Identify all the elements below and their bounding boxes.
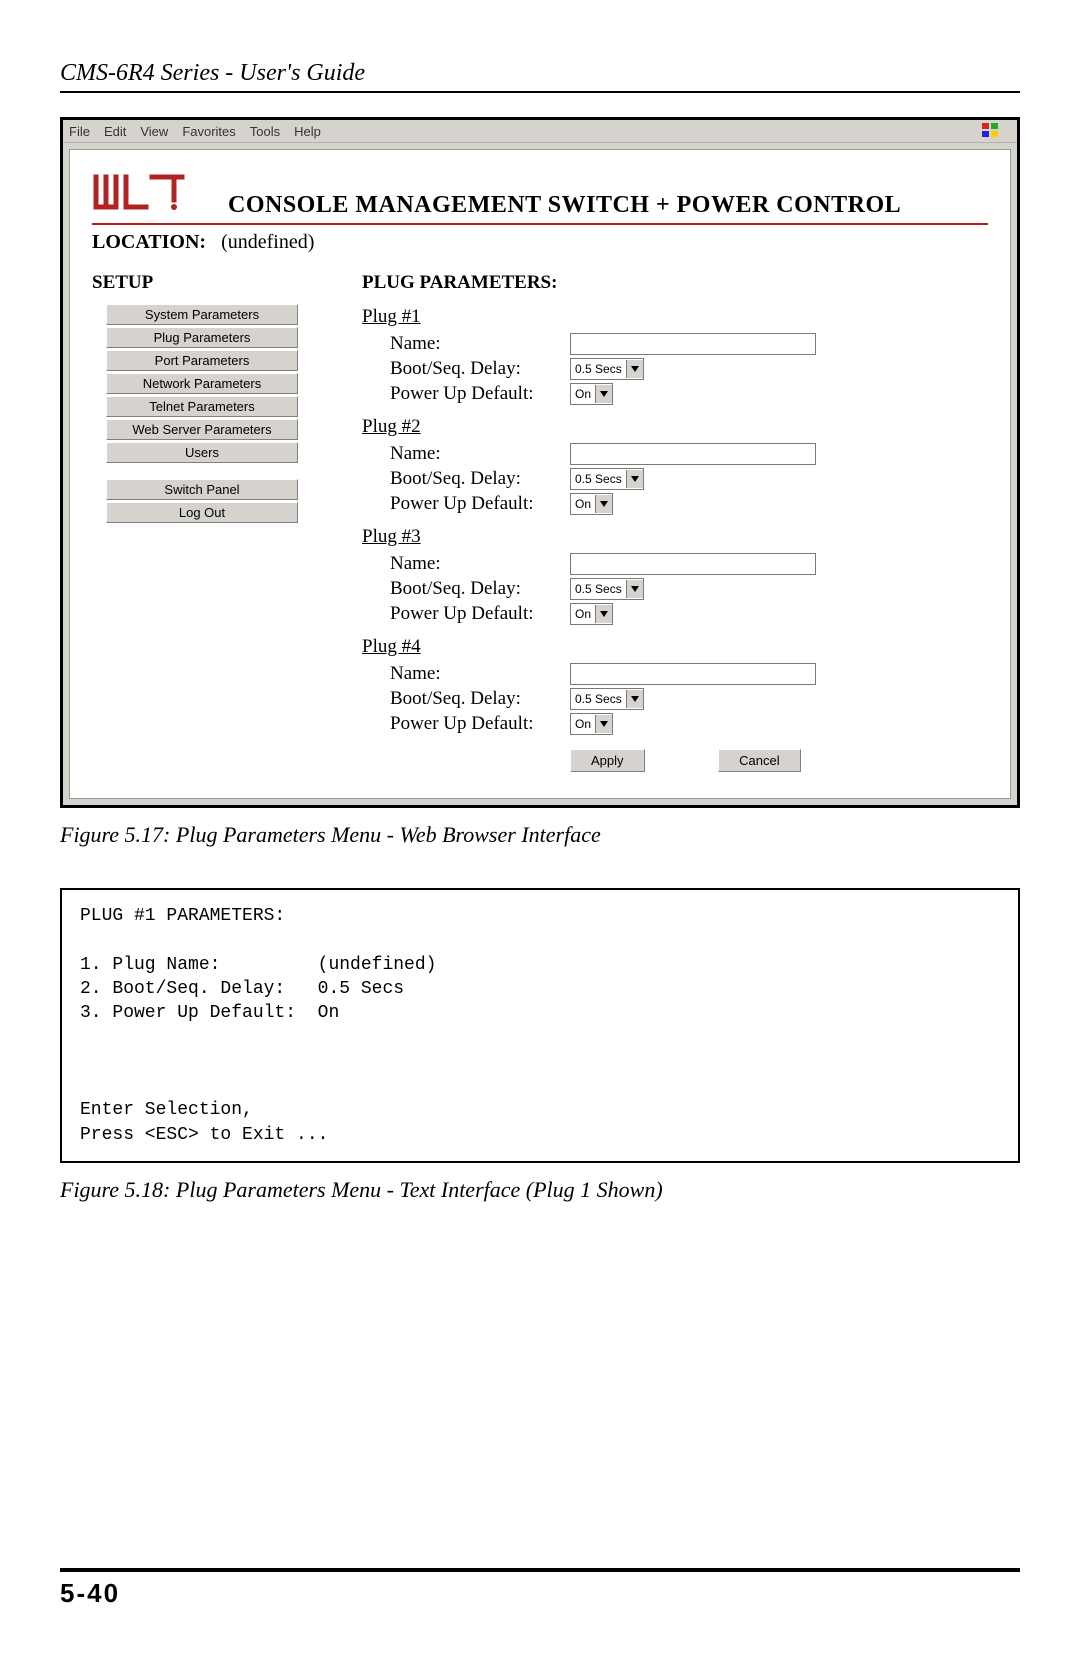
plug2-link[interactable]: Plug #2	[362, 416, 421, 438]
menu-tools[interactable]: Tools	[250, 124, 280, 139]
plug1-delay-select[interactable]: 0.5 Secs	[570, 358, 644, 380]
chevron-down-icon	[626, 470, 643, 488]
sidebar-item-port-parameters[interactable]: Port Parameters	[106, 350, 298, 371]
sidebar-item-system-parameters[interactable]: System Parameters	[106, 304, 298, 325]
menu-edit[interactable]: Edit	[104, 124, 126, 139]
plug4-link[interactable]: Plug #4	[362, 636, 421, 658]
wti-logo-icon	[92, 170, 188, 219]
sidebar-item-webserver-parameters[interactable]: Web Server Parameters	[106, 419, 298, 440]
plug4-name-input[interactable]	[570, 663, 816, 685]
sidebar-item-plug-parameters[interactable]: Plug Parameters	[106, 327, 298, 348]
plug3-name-input[interactable]	[570, 553, 816, 575]
plug4-delay-select[interactable]: 0.5 Secs	[570, 688, 644, 710]
plug2-power-select[interactable]: On	[570, 493, 613, 515]
plug4-power-label: Power Up Default:	[362, 713, 570, 735]
cancel-button[interactable]: Cancel	[718, 749, 800, 772]
page: CMS-6R4 Series - User's Guide File Edit …	[60, 60, 1020, 1243]
location-line: LOCATION: (undefined)	[92, 231, 988, 254]
apply-button[interactable]: Apply	[570, 749, 645, 772]
plug4-name-label: Name:	[362, 663, 570, 685]
location-label: LOCATION:	[92, 231, 206, 253]
figure-5-17-caption: Figure 5.17: Plug Parameters Menu - Web …	[60, 822, 1020, 848]
plug2-power-label: Power Up Default:	[362, 493, 570, 515]
chevron-down-icon	[595, 495, 612, 513]
menu-favorites[interactable]: Favorites	[182, 124, 235, 139]
section-title: PLUG PARAMETERS:	[362, 272, 988, 294]
content-row: SETUP System Parameters Plug Parameters …	[92, 272, 988, 772]
plug2-name-input[interactable]	[570, 443, 816, 465]
chevron-down-icon	[595, 385, 612, 403]
chevron-down-icon	[626, 690, 643, 708]
button-row: Apply Cancel	[362, 749, 988, 772]
sidebar-title: SETUP	[92, 272, 312, 294]
text-interface-panel: PLUG #1 PARAMETERS: 1. Plug Name: (undef…	[60, 888, 1020, 1163]
plug1-link[interactable]: Plug #1	[362, 306, 421, 328]
page-body: CONSOLE MANAGEMENT SWITCH + POWER CONTRO…	[69, 149, 1011, 799]
plug3-power-label: Power Up Default:	[362, 603, 570, 625]
chevron-down-icon	[595, 605, 612, 623]
plug1-power-select[interactable]: On	[570, 383, 613, 405]
plug2-delay-label: Boot/Seq. Delay:	[362, 468, 570, 490]
plug1-name-input[interactable]	[570, 333, 816, 355]
plug2-name-label: Name:	[362, 443, 570, 465]
chevron-down-icon	[595, 715, 612, 733]
brand-title: CONSOLE MANAGEMENT SWITCH + POWER CONTRO…	[228, 192, 988, 219]
plug3-delay-select[interactable]: 0.5 Secs	[570, 578, 644, 600]
sidebar-item-log-out[interactable]: Log Out	[106, 502, 298, 523]
plug3-delay-label: Boot/Seq. Delay:	[362, 578, 570, 600]
brand-row: CONSOLE MANAGEMENT SWITCH + POWER CONTRO…	[92, 170, 988, 225]
menu-file[interactable]: File	[69, 124, 90, 139]
menu-view[interactable]: View	[140, 124, 168, 139]
windows-flag-icon	[981, 122, 999, 138]
plug4-power-select[interactable]: On	[570, 713, 613, 735]
sidebar-item-network-parameters[interactable]: Network Parameters	[106, 373, 298, 394]
plug3-name-label: Name:	[362, 553, 570, 575]
ie-body-wrap: CONSOLE MANAGEMENT SWITCH + POWER CONTRO…	[63, 143, 1017, 805]
main-panel: PLUG PARAMETERS: Plug #1 Name: Boot/Seq.…	[312, 272, 988, 772]
plug1-power-label: Power Up Default:	[362, 383, 570, 405]
sidebar-item-telnet-parameters[interactable]: Telnet Parameters	[106, 396, 298, 417]
sidebar-item-users[interactable]: Users	[106, 442, 298, 463]
plug3-link[interactable]: Plug #3	[362, 526, 421, 548]
plug1-delay-label: Boot/Seq. Delay:	[362, 358, 570, 380]
plug1-name-label: Name:	[362, 333, 570, 355]
plug2-delay-select[interactable]: 0.5 Secs	[570, 468, 644, 490]
plug4-delay-label: Boot/Seq. Delay:	[362, 688, 570, 710]
chevron-down-icon	[626, 360, 643, 378]
plug3-power-select[interactable]: On	[570, 603, 613, 625]
sidebar-item-switch-panel[interactable]: Switch Panel	[106, 479, 298, 500]
chevron-down-icon	[626, 580, 643, 598]
page-number: 5-40	[60, 1568, 1020, 1609]
running-head: CMS-6R4 Series - User's Guide	[60, 60, 1020, 93]
sidebar: SETUP System Parameters Plug Parameters …	[92, 272, 312, 525]
menu-help[interactable]: Help	[294, 124, 321, 139]
ie-menubar: File Edit View Favorites Tools Help	[63, 120, 1017, 143]
figure-5-18-caption: Figure 5.18: Plug Parameters Menu - Text…	[60, 1177, 1020, 1203]
browser-screenshot: File Edit View Favorites Tools Help	[60, 117, 1020, 808]
location-value: (undefined)	[221, 231, 314, 253]
